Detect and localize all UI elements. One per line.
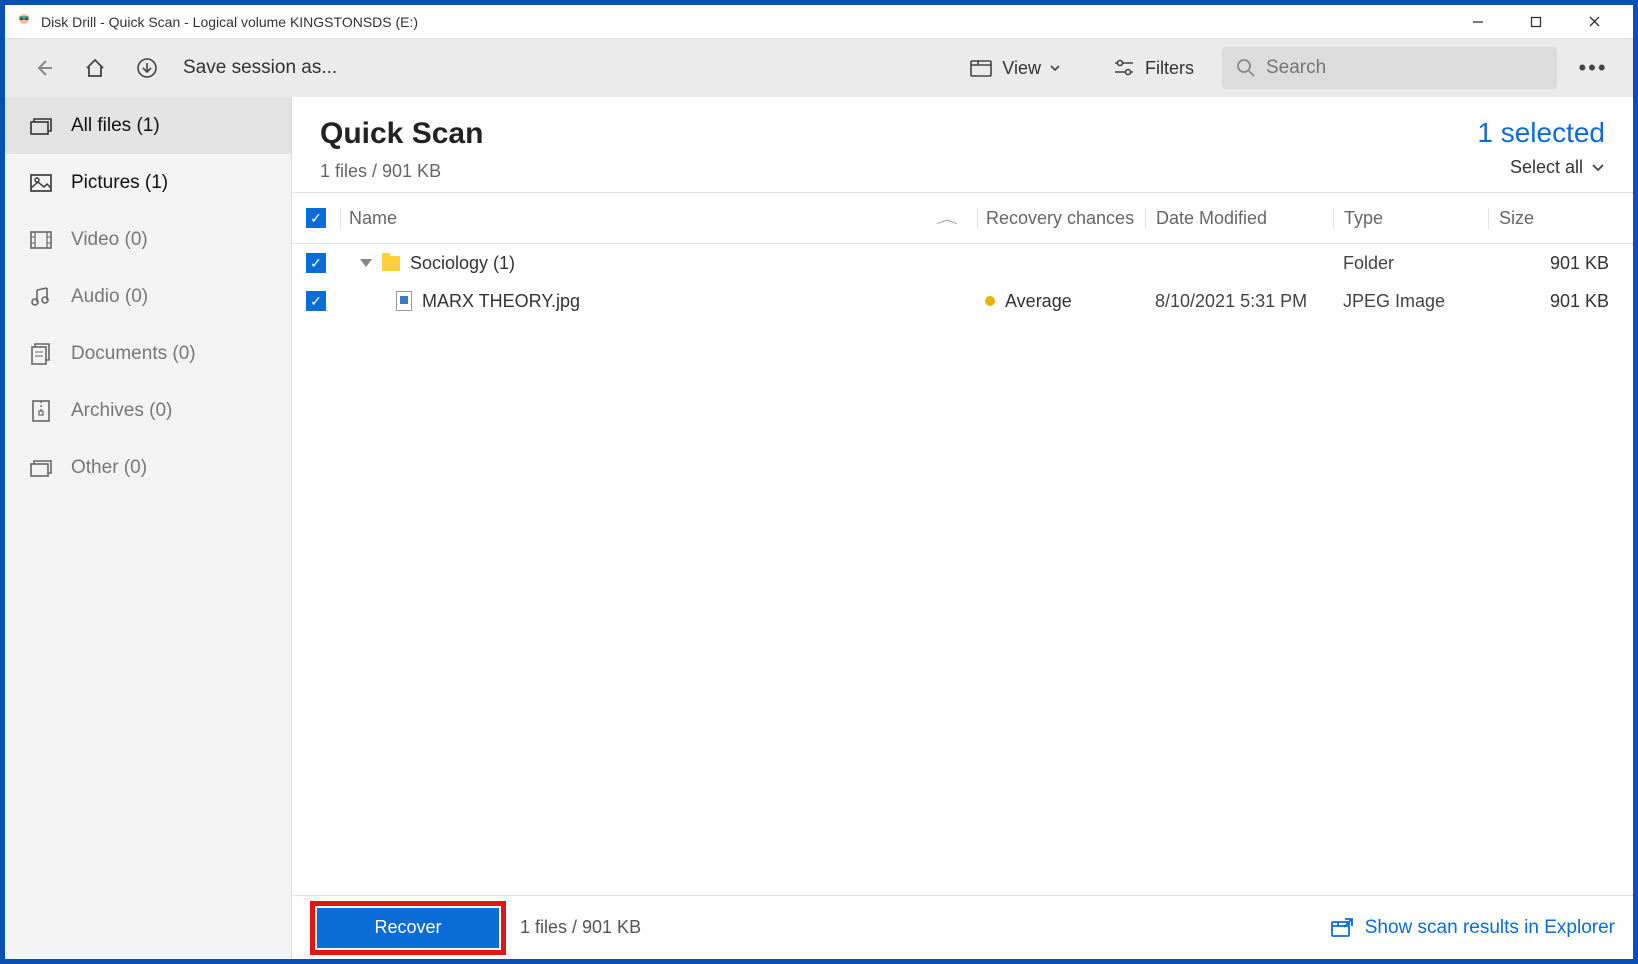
table-row[interactable]: ✓ Sociology (1) Folder 901 KB bbox=[292, 244, 1633, 282]
home-button[interactable] bbox=[75, 48, 115, 88]
col-type[interactable]: Type bbox=[1333, 208, 1488, 229]
row-type: Folder bbox=[1333, 253, 1488, 274]
row-type: JPEG Image bbox=[1333, 291, 1488, 312]
minimize-button[interactable] bbox=[1449, 5, 1507, 39]
select-all-label: Select all bbox=[1510, 157, 1583, 178]
recover-highlight: Recover bbox=[310, 901, 506, 955]
page-title: Quick Scan bbox=[320, 117, 483, 151]
col-size[interactable]: Size bbox=[1488, 208, 1633, 229]
sidebar-item-label: Documents (0) bbox=[71, 343, 196, 365]
header-checkbox[interactable]: ✓ bbox=[292, 208, 340, 228]
table-header: ✓ Name ︿ Recovery chances Date Modified … bbox=[292, 192, 1633, 244]
filters-label: Filters bbox=[1145, 58, 1194, 79]
col-date[interactable]: Date Modified bbox=[1145, 208, 1333, 229]
title-bar: Disk Drill - Quick Scan - Logical volume… bbox=[5, 5, 1633, 39]
row-name: Sociology (1) bbox=[410, 253, 515, 274]
external-link-icon bbox=[1331, 918, 1353, 938]
content-area: Quick Scan 1 files / 901 KB 1 selected S… bbox=[292, 97, 1633, 959]
col-recovery[interactable]: Recovery chances bbox=[977, 208, 1145, 229]
toolbar: Save session as... View Filters ••• bbox=[5, 39, 1633, 97]
explorer-link-label: Show scan results in Explorer bbox=[1365, 917, 1615, 939]
sidebar-item-pictures[interactable]: Pictures (1) bbox=[5, 154, 291, 211]
sidebar-item-archives[interactable]: Archives (0) bbox=[5, 382, 291, 439]
row-checkbox[interactable]: ✓ bbox=[292, 253, 340, 273]
sidebar-item-video[interactable]: Video (0) bbox=[5, 211, 291, 268]
search-input[interactable] bbox=[1266, 57, 1543, 79]
folder-icon bbox=[382, 256, 400, 271]
chevron-down-icon bbox=[1591, 163, 1605, 173]
pictures-icon bbox=[27, 174, 55, 192]
back-button[interactable] bbox=[23, 48, 63, 88]
sidebar-item-audio[interactable]: Audio (0) bbox=[5, 268, 291, 325]
row-checkbox[interactable]: ✓ bbox=[292, 291, 340, 311]
row-date: 8/10/2021 5:31 PM bbox=[1145, 291, 1333, 312]
close-button[interactable] bbox=[1565, 5, 1623, 39]
sidebar-item-label: Archives (0) bbox=[71, 400, 172, 422]
results-table: ✓ Name ︿ Recovery chances Date Modified … bbox=[292, 192, 1633, 320]
other-icon bbox=[27, 459, 55, 477]
audio-icon bbox=[27, 287, 55, 307]
archives-icon bbox=[27, 400, 55, 422]
row-recovery: Average bbox=[1005, 291, 1072, 312]
sidebar-item-label: Pictures (1) bbox=[71, 172, 168, 194]
maximize-button[interactable] bbox=[1507, 5, 1565, 39]
sidebar-item-label: All files (1) bbox=[71, 115, 160, 137]
table-row[interactable]: ✓ MARX THEORY.jpg Average 8/10/2021 5:31… bbox=[292, 282, 1633, 320]
footer-info: 1 files / 901 KB bbox=[520, 917, 641, 938]
sidebar-item-other[interactable]: Other (0) bbox=[5, 439, 291, 496]
app-icon bbox=[15, 13, 33, 31]
select-all-button[interactable]: Select all bbox=[1477, 157, 1605, 178]
expand-icon[interactable] bbox=[360, 259, 372, 267]
sidebar-item-documents[interactable]: Documents (0) bbox=[5, 325, 291, 382]
col-name[interactable]: Name ︿ bbox=[340, 208, 977, 229]
save-session-button[interactable]: Save session as... bbox=[183, 57, 337, 79]
more-button[interactable]: ••• bbox=[1571, 55, 1615, 81]
window-title: Disk Drill - Quick Scan - Logical volume… bbox=[41, 14, 418, 30]
download-button[interactable] bbox=[127, 48, 167, 88]
view-label: View bbox=[1002, 58, 1041, 79]
row-name: MARX THEORY.jpg bbox=[422, 291, 580, 312]
row-size: 901 KB bbox=[1488, 253, 1633, 274]
stack-icon bbox=[27, 117, 55, 135]
sidebar: All files (1) Pictures (1) Video (0) Aud… bbox=[5, 97, 292, 959]
page-subtitle: 1 files / 901 KB bbox=[320, 161, 483, 182]
sidebar-item-label: Video (0) bbox=[71, 229, 148, 251]
show-in-explorer-link[interactable]: Show scan results in Explorer bbox=[1331, 917, 1615, 939]
sidebar-item-label: Audio (0) bbox=[71, 286, 148, 308]
search-box[interactable] bbox=[1222, 47, 1557, 89]
sort-indicator-icon: ︿ bbox=[936, 210, 958, 227]
video-icon bbox=[27, 231, 55, 249]
selected-count: 1 selected bbox=[1477, 117, 1605, 149]
sidebar-item-label: Other (0) bbox=[71, 457, 147, 479]
footer: Recover 1 files / 901 KB Show scan resul… bbox=[292, 895, 1633, 959]
file-icon bbox=[396, 291, 412, 311]
view-button[interactable]: View bbox=[956, 48, 1085, 88]
sidebar-item-all-files[interactable]: All files (1) bbox=[5, 97, 291, 154]
recover-button[interactable]: Recover bbox=[317, 908, 499, 948]
filters-button[interactable]: Filters bbox=[1099, 48, 1208, 88]
row-size: 901 KB bbox=[1488, 291, 1633, 312]
recovery-dot-icon bbox=[985, 296, 995, 306]
documents-icon bbox=[27, 343, 55, 365]
